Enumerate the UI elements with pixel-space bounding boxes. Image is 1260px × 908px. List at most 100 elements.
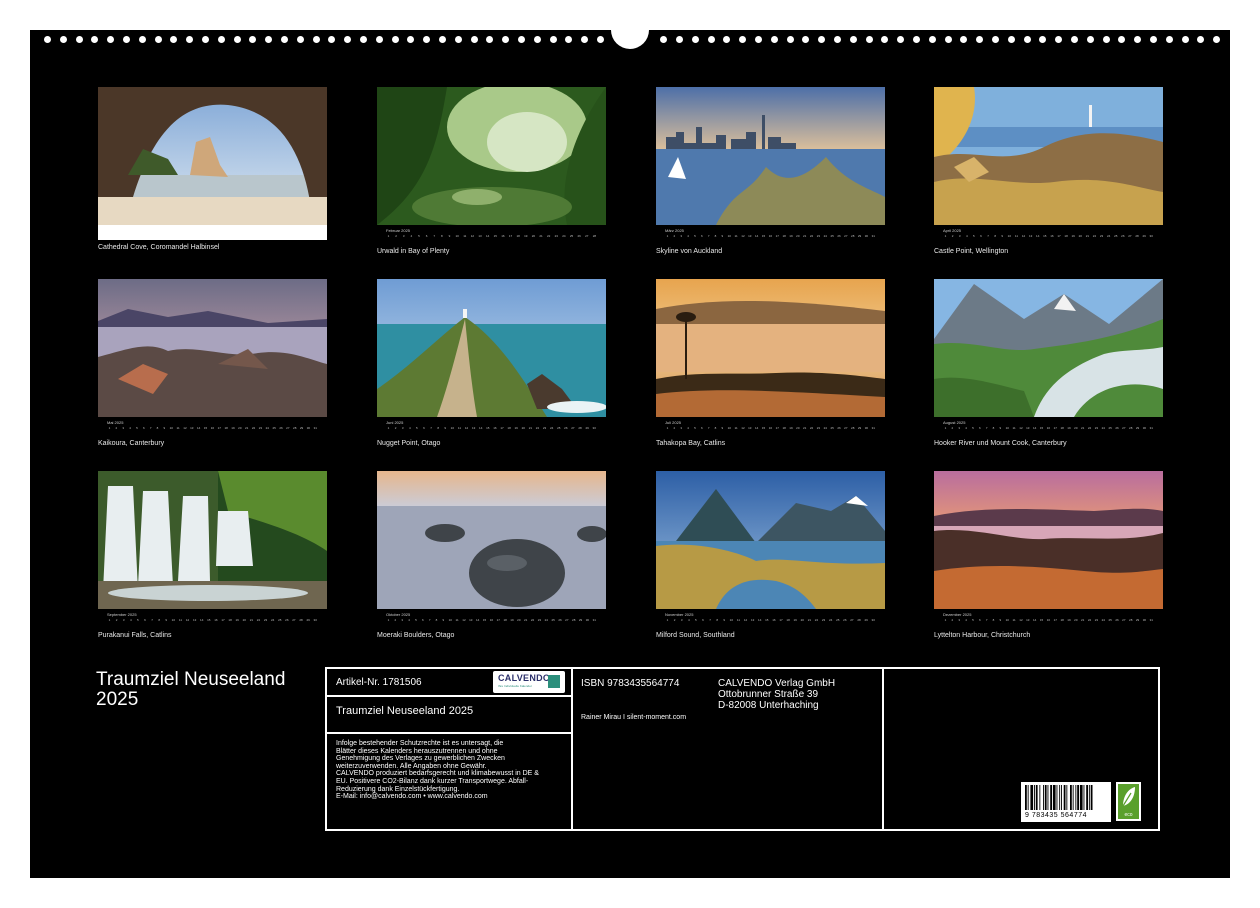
day-numbers: 1 2 3 4 5 6 7 8 9 10 11 12 13 14 15 16 17 18 19 20 21 22 23 24 2… <box>943 426 1154 431</box>
day-number: 22 <box>809 234 814 238</box>
day-number: 28 <box>1129 426 1133 430</box>
day-number: 14 <box>197 426 201 430</box>
day-number: 19 <box>793 618 797 622</box>
landscape-photo <box>98 471 327 609</box>
day-number: 24 <box>1101 426 1105 430</box>
day-number: 7 <box>709 618 711 622</box>
day-number: 17 <box>775 234 779 238</box>
day-number: 3 <box>402 234 405 238</box>
day-number: 8 <box>435 618 438 622</box>
day-number: 23 <box>1099 234 1104 238</box>
binding-hole <box>1165 36 1173 43</box>
calendar-day-row: Februar 2025 1 2 3 4 5 6 7 8 9 10 11 12 13 14 15 16 17 18 1… <box>377 227 606 242</box>
day-number: 18 <box>507 426 511 430</box>
month-preview: Juli 2025 1 2 3 4 5 6 7 8 9 10 11 12 13 14 15 16 17 18 19 20… <box>656 279 885 447</box>
publisher-address: CALVENDO Verlag GmbH Ottobrunner Straße … <box>718 678 835 711</box>
binding-hole <box>1134 36 1142 43</box>
day-number: 29 <box>864 618 868 622</box>
binding-hole <box>976 36 984 43</box>
day-number: 16 <box>768 426 773 430</box>
calendar-day-row: Juli 2025 1 2 3 4 5 6 7 8 9 10 11 12 13 14 15 16 17 18 19 20… <box>656 419 885 434</box>
binding-hole <box>676 36 683 43</box>
month-label: Juni 2025 <box>386 420 404 425</box>
month-label: November 2025 <box>665 612 694 617</box>
binding-hole <box>518 36 525 43</box>
binding-hole <box>849 36 857 43</box>
day-number: 16 <box>214 618 218 622</box>
day-number: 19 <box>231 426 235 430</box>
day-number: 6 <box>700 426 703 430</box>
day-number: 25 <box>1114 234 1118 238</box>
day-number: 27 <box>565 618 569 622</box>
day-numbers: 1 2 3 4 5 6 7 8 9 10 11 12 13 14 15 16 17 18 19 20 21 22 23 24 2… <box>386 618 597 623</box>
day-number: 30 <box>313 618 317 622</box>
day-number: 11 <box>176 426 180 430</box>
day-number: 23 <box>537 618 542 622</box>
day-number: 22 <box>809 426 814 430</box>
article-number: Artikel-Nr. 1781506 <box>336 677 422 688</box>
day-number: 6 <box>142 426 145 430</box>
binding-hole <box>723 36 731 43</box>
day-number: 10 <box>1005 426 1009 430</box>
day-number: 6 <box>978 618 981 622</box>
day-number: 31 <box>1149 426 1153 430</box>
day-number: 27 <box>286 426 290 430</box>
month-preview: Februar 2025 1 2 3 4 5 6 7 8 9 10 11 12 13 14 15 16 17 18 1… <box>377 87 606 255</box>
binding-hole <box>707 36 715 43</box>
day-number: 29 <box>1142 234 1146 238</box>
landscape-photo <box>377 279 606 417</box>
day-number: 10 <box>455 234 459 238</box>
day-number: 1 <box>944 234 947 238</box>
day-number: 16 <box>1046 618 1051 622</box>
day-number: 21 <box>524 618 528 622</box>
day-number: 6 <box>978 426 981 430</box>
legal-line: EU. Positivere CO2-Bilanz dank kurzer Tr… <box>336 777 529 785</box>
landscape-photo <box>98 87 327 225</box>
day-number: 10 <box>169 426 173 430</box>
photo-caption: Skyline von Auckland <box>656 248 723 255</box>
day-number: 3 <box>122 426 125 430</box>
legal-line: Reduzierung dank Einzelstückfertigung. <box>336 785 460 793</box>
day-number: 9 <box>721 426 724 430</box>
binding-hole <box>834 36 841 43</box>
day-number: 24 <box>823 426 827 430</box>
day-number: 9 <box>1001 234 1004 238</box>
day-number: 25 <box>272 426 276 430</box>
day-number: 9 <box>448 234 451 238</box>
day-number: 2 <box>673 426 676 430</box>
day-number: 2 <box>115 426 118 430</box>
day-number: 20 <box>796 234 800 238</box>
day-number: 10 <box>1007 234 1012 238</box>
day-number: 23 <box>816 234 821 238</box>
day-number: 30 <box>871 618 875 622</box>
day-number: 28 <box>851 426 855 430</box>
day-number: 26 <box>564 426 568 430</box>
day-number: 9 <box>442 618 445 622</box>
day-number: 20 <box>1074 426 1078 430</box>
day-number: 7 <box>428 618 431 622</box>
day-number: 20 <box>531 234 536 238</box>
binding-hole <box>170 36 178 43</box>
landscape-photo <box>934 471 1163 609</box>
day-number: 27 <box>571 426 575 430</box>
binding-hole <box>565 36 573 43</box>
day-number: 9 <box>444 426 447 430</box>
day-number: 1 <box>666 618 669 622</box>
day-number: 19 <box>514 426 518 430</box>
day-number: 28 <box>572 618 576 622</box>
binding-hole <box>786 36 794 43</box>
binding-hole <box>913 36 920 43</box>
day-number: 3 <box>401 426 404 430</box>
day-number: 12 <box>470 234 475 238</box>
day-number: 13 <box>469 618 473 622</box>
binding-hole <box>439 36 446 43</box>
day-number: 21 <box>803 234 807 238</box>
day-number: 7 <box>151 618 153 622</box>
calendar-title: Traumziel Neuseeland 2025 <box>96 670 326 710</box>
binding-hole <box>770 36 778 43</box>
day-number: 26 <box>577 234 581 238</box>
month-preview: April 2025 1 2 3 4 5 6 7 8 9 10 11 12 13 14 15 16 17 18 19 2… <box>934 87 1163 255</box>
day-number: 11 <box>736 618 740 622</box>
day-number: 28 <box>1129 618 1133 622</box>
binding-hole <box>107 36 115 43</box>
